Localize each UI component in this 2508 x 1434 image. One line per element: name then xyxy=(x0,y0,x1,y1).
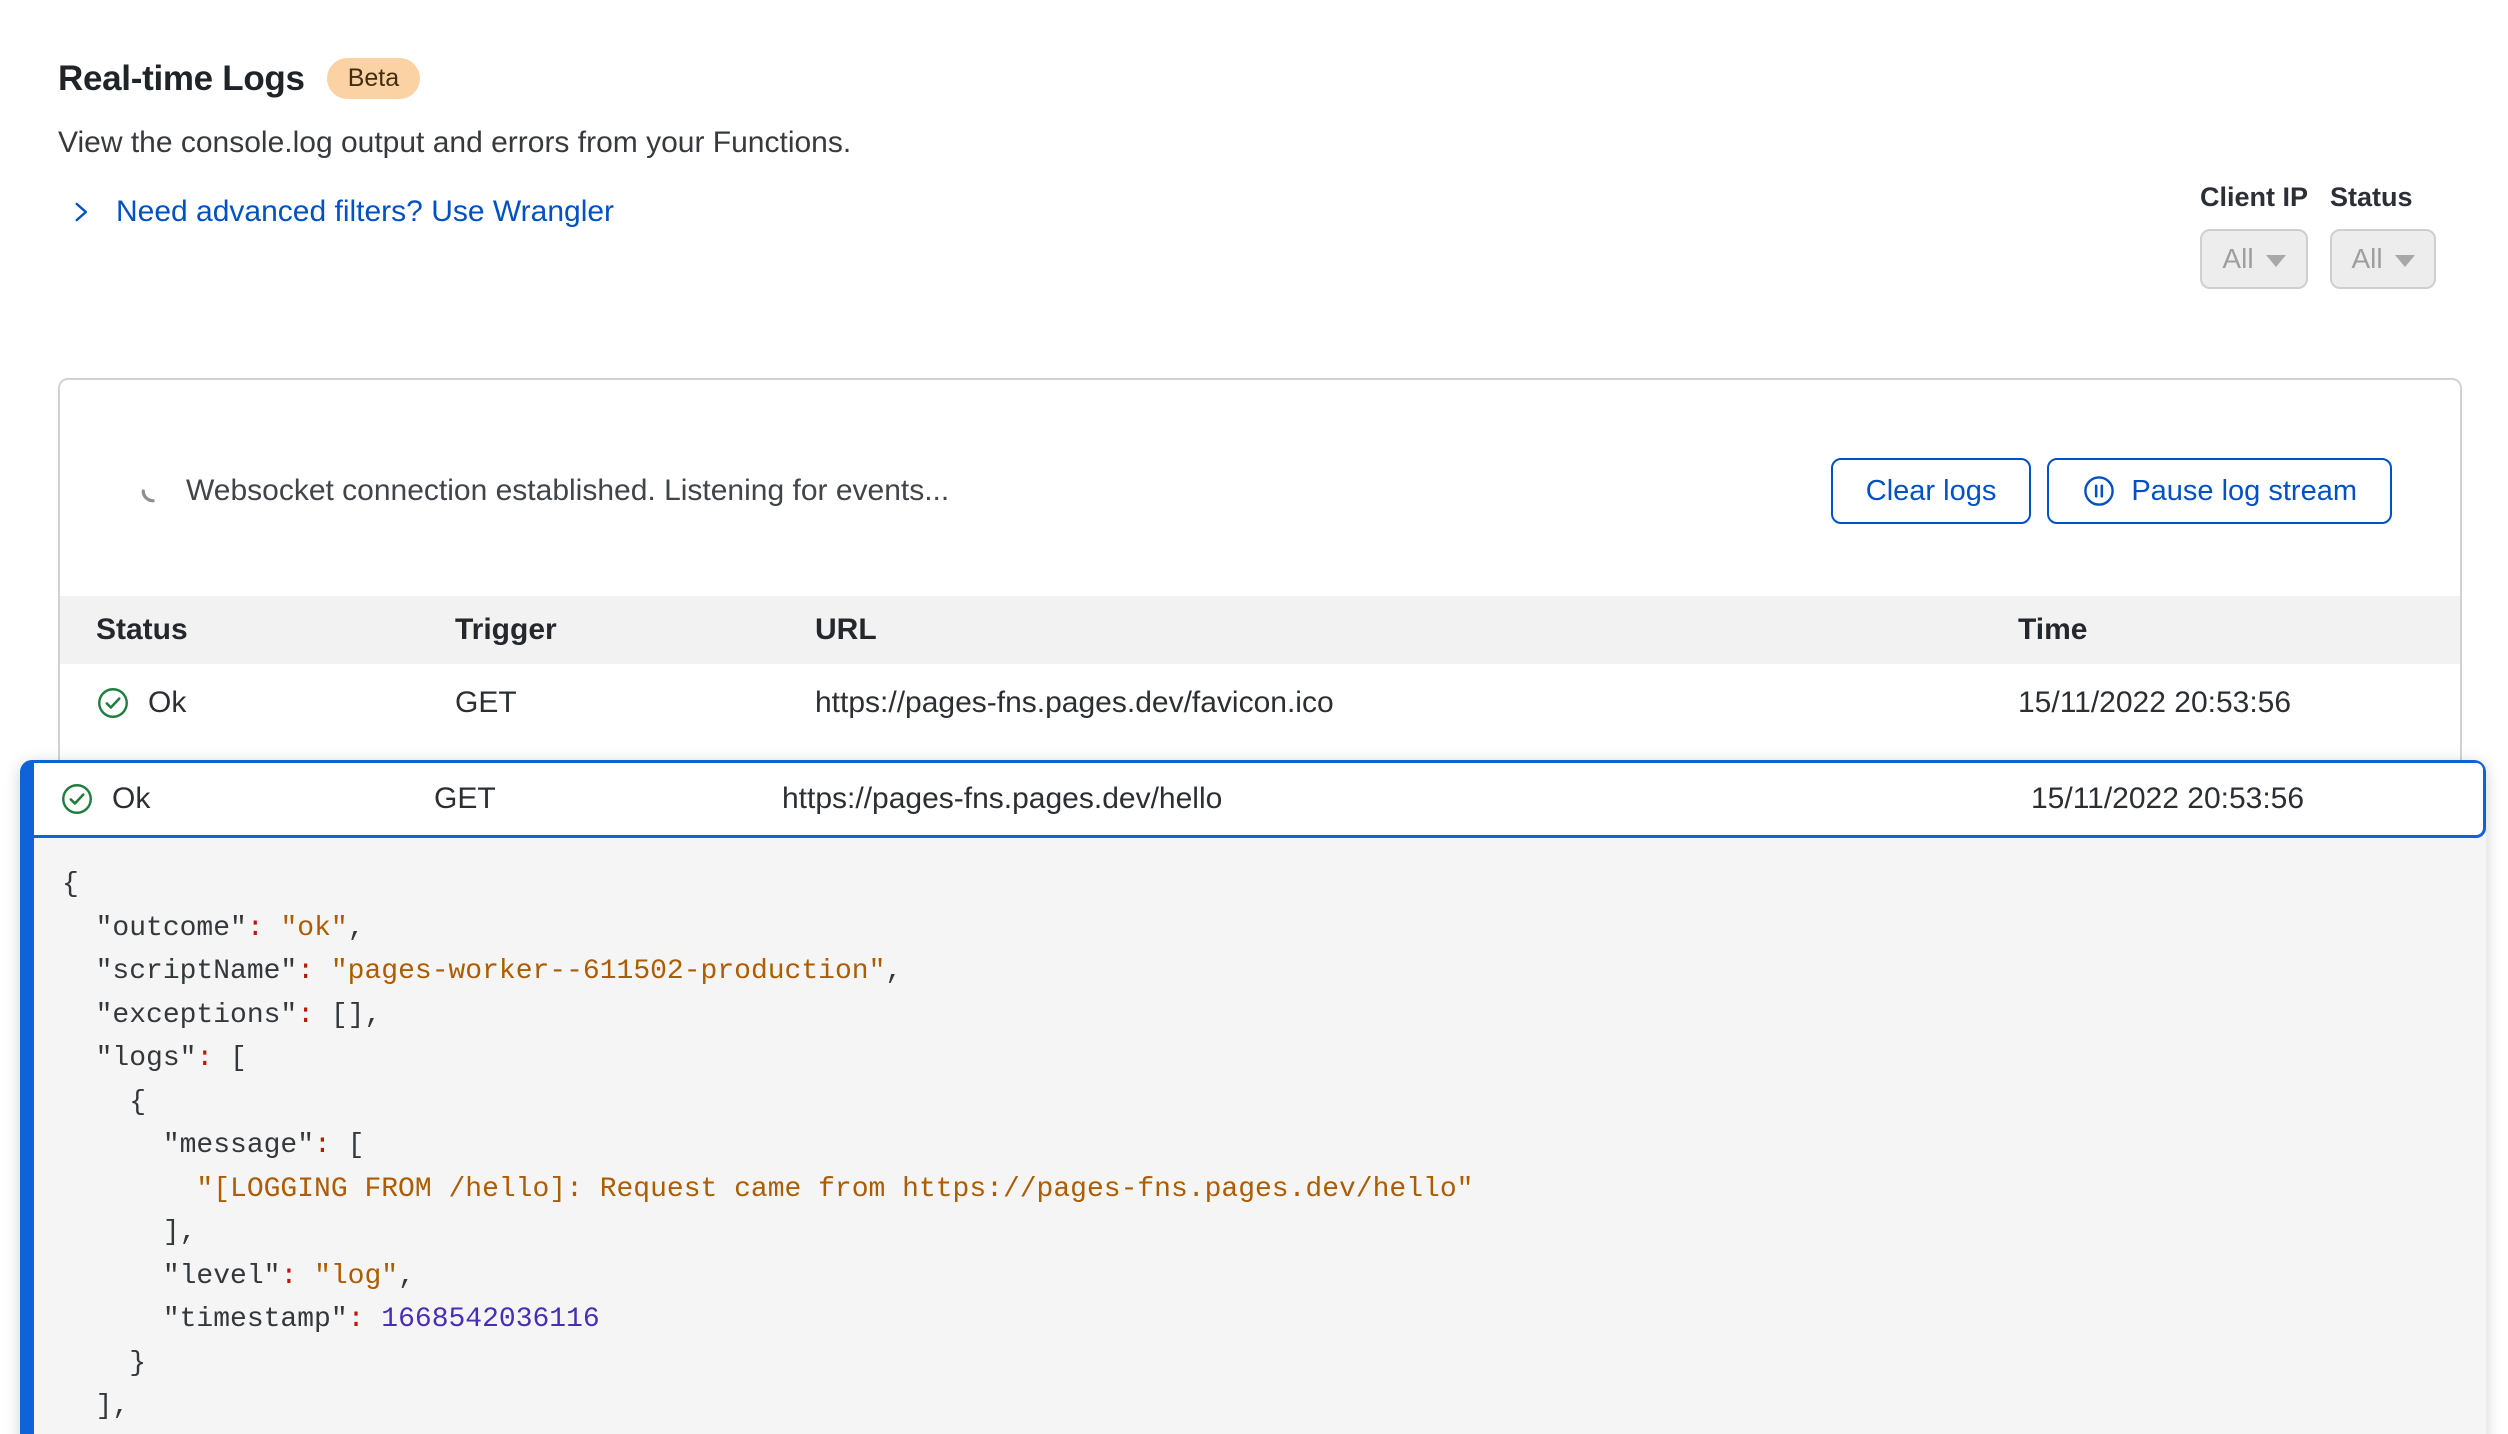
column-header-url: URL xyxy=(815,613,2018,647)
log-detail-json: { "outcome": "ok", "scriptName": "pages-… xyxy=(34,838,2486,1429)
ok-status-icon xyxy=(60,782,94,816)
url-cell: https://pages-fns.pages.dev/hello xyxy=(782,782,2031,816)
status-label: Ok xyxy=(148,686,186,720)
clear-logs-button[interactable]: Clear logs xyxy=(1831,458,2032,524)
status-filter-label: Status xyxy=(2330,182,2436,213)
wrangler-link-text[interactable]: Need advanced filters? Use Wrangler xyxy=(116,195,614,229)
status-filter: Status All xyxy=(2330,182,2436,289)
pause-log-stream-label: Pause log stream xyxy=(2131,475,2357,508)
page-header: Real-time Logs Beta View the console.log… xyxy=(0,0,2508,230)
url-cell: https://pages-fns.pages.dev/favicon.ico xyxy=(815,686,2018,720)
client-ip-filter: Client IP All xyxy=(2200,182,2308,289)
websocket-status: Websocket connection established. Listen… xyxy=(140,474,949,508)
column-header-trigger: Trigger xyxy=(455,613,815,647)
caret-down-icon xyxy=(2395,255,2415,267)
client-ip-dropdown[interactable]: All xyxy=(2200,229,2308,289)
pause-icon xyxy=(2082,474,2116,508)
toolbar-buttons: Clear logs Pause log stream xyxy=(1831,458,2392,524)
selected-table-row[interactable]: Ok GET https://pages-fns.pages.dev/hello… xyxy=(34,760,2486,838)
clear-logs-label: Clear logs xyxy=(1866,475,1997,508)
column-header-status: Status xyxy=(60,613,455,647)
table-header: Status Trigger URL Time xyxy=(60,596,2460,664)
realtime-logs-page: Real-time Logs Beta View the console.log… xyxy=(0,0,2508,1434)
websocket-status-message: Websocket connection established. Listen… xyxy=(186,474,949,508)
pause-log-stream-button[interactable]: Pause log stream xyxy=(2047,458,2392,524)
trigger-cell: GET xyxy=(455,686,815,720)
wrangler-link[interactable]: Need advanced filters? Use Wrangler xyxy=(68,195,614,229)
page-subtitle: View the console.log output and errors f… xyxy=(58,126,2508,160)
status-cell: Ok xyxy=(34,782,434,816)
client-ip-dropdown-value: All xyxy=(2222,243,2253,275)
log-filters: Client IP All Status All xyxy=(2200,182,2436,289)
table-row[interactable]: Ok GET https://pages-fns.pages.dev/favic… xyxy=(60,664,2460,742)
status-cell: Ok xyxy=(60,686,455,720)
spinner-icon xyxy=(140,478,166,504)
status-dropdown-value: All xyxy=(2351,243,2382,275)
status-dropdown[interactable]: All xyxy=(2330,229,2436,289)
page-title: Real-time Logs xyxy=(58,59,305,99)
expanded-log-entry: Ok GET https://pages-fns.pages.dev/hello… xyxy=(20,760,2486,1434)
trigger-cell: GET xyxy=(434,782,782,816)
beta-badge: Beta xyxy=(327,58,420,99)
status-label: Ok xyxy=(112,782,150,816)
ok-status-icon xyxy=(96,686,130,720)
logs-toolbar: Websocket connection established. Listen… xyxy=(60,380,2460,596)
time-cell: 15/11/2022 20:53:56 xyxy=(2018,686,2460,720)
client-ip-filter-label: Client IP xyxy=(2200,182,2308,213)
time-cell: 15/11/2022 20:53:56 xyxy=(2031,782,2483,816)
title-row: Real-time Logs Beta xyxy=(58,58,2508,99)
caret-down-icon xyxy=(2266,255,2286,267)
column-header-time: Time xyxy=(2018,613,2460,647)
chevron-right-icon xyxy=(68,199,94,225)
